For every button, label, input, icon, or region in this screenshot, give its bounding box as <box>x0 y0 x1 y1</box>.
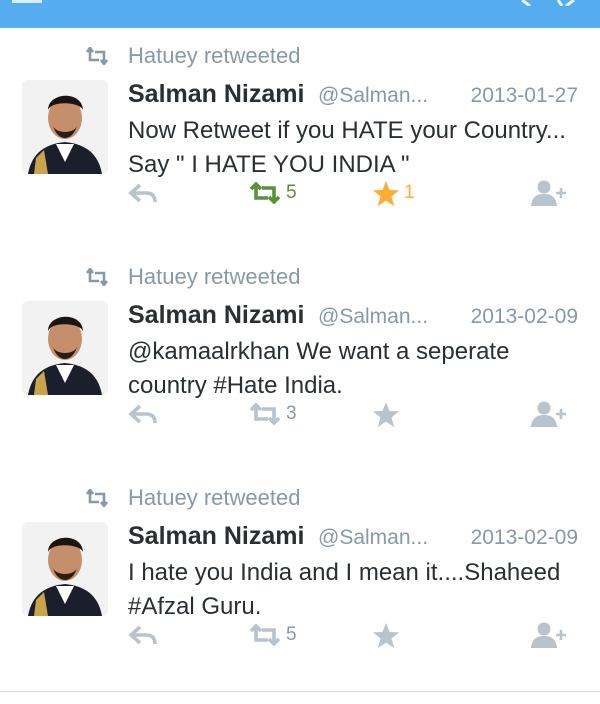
tweet-text: @kamaalrkhan We want a seperate country … <box>128 338 510 399</box>
follow-user-icon <box>531 401 566 427</box>
tweet-actions: 3 <box>0 397 600 431</box>
favorite-count: 1 <box>404 182 415 203</box>
follow-user-icon <box>531 622 566 648</box>
retweet-icon <box>85 268 109 286</box>
favorite-button[interactable] <box>372 397 400 431</box>
star-icon <box>373 622 399 648</box>
user-name[interactable]: Salman Nizami <box>128 301 304 330</box>
follow-button[interactable] <box>530 618 568 652</box>
retweet-count: 5 <box>286 624 297 645</box>
tweet-3[interactable]: Hatuey retweeted Salman Nizami @Salman..… <box>0 470 600 692</box>
user-name[interactable]: Salman Nizami <box>128 80 304 109</box>
retweet-icon <box>85 489 109 507</box>
follow-button[interactable] <box>530 176 568 210</box>
tweet-actions: 5 1 <box>0 176 600 210</box>
reply-icon <box>128 625 157 645</box>
star-icon <box>373 180 399 206</box>
retweet-icon <box>249 403 281 425</box>
user-handle[interactable]: @Salman... <box>318 84 428 108</box>
retweeted-by-text: Hatuey retweeted <box>128 485 301 510</box>
tweet-2[interactable]: Hatuey retweeted Salman Nizami @Salman..… <box>0 249 600 471</box>
retweeted-by-line: Hatuey retweeted <box>84 484 300 512</box>
retweet-icon <box>249 624 281 646</box>
avatar[interactable] <box>22 301 108 395</box>
retweet-button[interactable]: 5 <box>248 176 297 210</box>
retweet-icon <box>85 47 109 65</box>
retweet-count: 5 <box>286 182 297 203</box>
tweet-date: 2013-02-09 <box>470 305 578 328</box>
avatar[interactable] <box>22 80 108 174</box>
retweeted-by-text: Hatuey retweeted <box>128 43 301 68</box>
favorite-button[interactable] <box>372 618 400 652</box>
menu-icon[interactable] <box>12 0 42 3</box>
tweet-date: 2013-02-09 <box>470 526 578 549</box>
user-name[interactable]: Salman Nizami <box>128 522 304 551</box>
favorite-button[interactable]: 1 <box>372 176 415 210</box>
retweet-count: 3 <box>286 403 297 424</box>
follow-button[interactable] <box>530 397 568 431</box>
user-handle[interactable]: @Salman... <box>318 526 428 550</box>
user-handle[interactable]: @Salman... <box>318 305 428 329</box>
retweet-icon <box>249 182 281 204</box>
reply-button[interactable] <box>128 397 158 431</box>
retweeted-by-text: Hatuey retweeted <box>128 264 301 289</box>
star-icon <box>373 401 399 427</box>
top-app-bar <box>0 0 600 28</box>
retweet-button[interactable]: 3 <box>248 397 297 431</box>
tweet-actions: 5 <box>0 618 600 652</box>
tweet-date: 2013-01-27 <box>470 84 578 107</box>
tweet-text: Now Retweet if you HATE your Country... … <box>128 117 566 178</box>
reply-icon <box>128 404 157 424</box>
retweeted-by-line: Hatuey retweeted <box>84 263 300 291</box>
tweet-text: I hate you India and I mean it....Shahee… <box>128 559 561 620</box>
retweeted-by-line: Hatuey retweeted <box>84 42 300 70</box>
tweet-1[interactable]: Hatuey retweeted Salman Nizami @Salman..… <box>0 28 600 250</box>
reply-button[interactable] <box>128 176 158 210</box>
follow-user-icon <box>531 180 566 206</box>
retweet-button[interactable]: 5 <box>248 618 297 652</box>
avatar[interactable] <box>22 522 108 616</box>
reply-button[interactable] <box>128 618 158 652</box>
reply-icon <box>128 183 157 203</box>
compose-icon[interactable] <box>518 0 578 6</box>
